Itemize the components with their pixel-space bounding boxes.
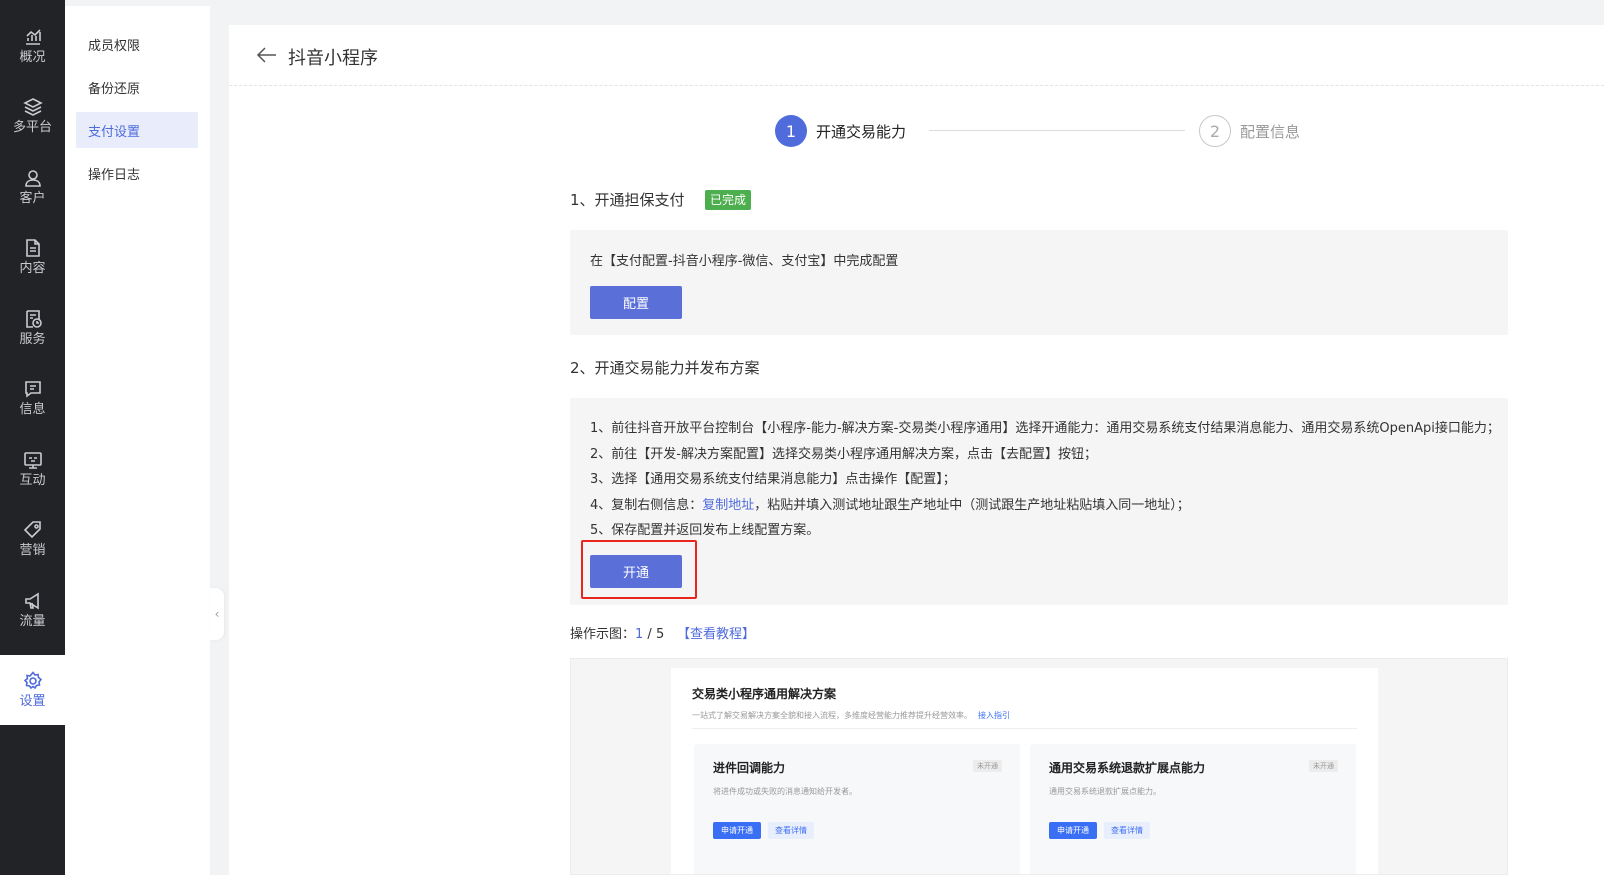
main-panel: 抖音小程序 1 开通交易能力 2 配置信息 1、开通担保支付 已完成 在【支付配…: [229, 25, 1604, 875]
demo-subtitle-text: 一站式了解交易解决方案全貌和接入流程，多维度经营能力推荐提升经营效率。: [692, 711, 972, 720]
demo-title: 交易类小程序通用解决方案: [692, 687, 837, 701]
demo-card: 进件回调能力 未开通 将进件成功或失败的消息通知给开发者。 申请开通 查看详情: [694, 744, 1020, 874]
step-connector: [929, 130, 1185, 131]
layers-icon: [22, 97, 43, 116]
step-number: 1: [775, 115, 807, 147]
arrow-left-icon[interactable]: [255, 43, 279, 67]
demo-card-desc: 将进件成功或失败的消息通知给开发者。: [713, 787, 857, 796]
rail-label: 概况: [19, 49, 46, 65]
service-icon: [25, 309, 42, 328]
rail-label: 多平台: [12, 119, 52, 135]
demo-subtitle: 一站式了解交易解决方案全貌和接入流程，多维度经营能力推荐提升经营效率。 接入指引: [692, 710, 1010, 721]
settings-subnav: 成员权限 备份还原 支付设置 操作日志: [65, 6, 210, 875]
chart-icon: [25, 28, 41, 45]
rail-label: 营销: [19, 542, 46, 558]
rail-item-traffic[interactable]: 流量: [0, 575, 65, 645]
rail-item-overview[interactable]: 概况: [0, 11, 65, 81]
demo-screenshot: 交易类小程序通用解决方案 一站式了解交易解决方案全貌和接入流程，多维度经营能力推…: [570, 658, 1508, 875]
demo-card: 通用交易系统退款扩展点能力 未开通 通用交易系统退款扩展点能力。 申请开通 查看…: [1030, 744, 1356, 874]
demo-total-pages: 5: [655, 627, 665, 642]
step-number: 2: [1199, 115, 1231, 147]
demo-card-apply-button: 申请开通: [713, 822, 761, 839]
demo-pager: 操作示图：1 / 5: [570, 623, 664, 642]
rail-item-content[interactable]: 内容: [0, 222, 65, 292]
step-label: 配置信息: [1240, 122, 1301, 141]
step-2: 2 配置信息: [1199, 114, 1300, 148]
demo-card-title: 进件回调能力: [713, 761, 786, 775]
chevron-left-icon: ‹: [214, 607, 220, 621]
demo-card-tag: 未开通: [1309, 760, 1338, 772]
page-header: 抖音小程序: [229, 25, 1604, 86]
subnav-item-backup-restore[interactable]: 备份还原: [76, 69, 198, 105]
subnav-item-member-permissions[interactable]: 成员权限: [76, 26, 198, 62]
highlight-frame: [581, 540, 697, 599]
copy-address-link[interactable]: 复制地址: [702, 498, 754, 513]
rail-item-interact[interactable]: 互动: [0, 434, 65, 504]
demo-card-title: 通用交易系统退款扩展点能力: [1049, 761, 1206, 775]
section-title-escrow-payment: 1、开通担保支付: [570, 191, 685, 209]
rail-item-settings[interactable]: 设置: [0, 655, 65, 725]
tag-icon: [23, 520, 41, 538]
rail-label: 设置: [19, 693, 46, 709]
escrow-payment-box: 在【支付配置-抖音小程序-微信、支付宝】中完成配置 配置: [570, 230, 1508, 335]
demo-screenshot-page: 交易类小程序通用解决方案 一站式了解交易解决方案全貌和接入流程，多维度经营能力推…: [671, 668, 1378, 874]
document-icon: [25, 238, 40, 257]
rail-item-marketing[interactable]: 营销: [0, 504, 65, 574]
settings-icon: [23, 670, 42, 689]
instruction-text: ，粘贴并填入测试地址跟生产地址中（测试跟生产地址粘贴填入同一地址）；: [754, 498, 1190, 513]
instruction-line: 1、前往抖音开放平台控制台【小程序-能力-解决方案-交易类小程序通用】选择开通能…: [590, 421, 1500, 436]
instruction-line: 5、保存配置并返回发布上线配置方案。: [590, 523, 820, 538]
subnav-item-payment-settings[interactable]: 支付设置: [76, 112, 198, 148]
megaphone-icon: [24, 592, 39, 609]
configure-button[interactable]: 配置: [590, 286, 682, 319]
rail-label: 内容: [19, 260, 46, 276]
message-icon: [24, 380, 41, 398]
demo-card-apply-button: 申请开通: [1049, 822, 1097, 839]
demo-card-detail-button: 查看详情: [768, 822, 814, 839]
trade-ability-box: 1、前往抖音开放平台控制台【小程序-能力-解决方案-交易类小程序通用】选择开通能…: [570, 398, 1508, 605]
demo-card-desc: 通用交易系统退款扩展点能力。: [1049, 787, 1161, 796]
status-badge: 已完成: [705, 190, 752, 210]
step-1: 1 开通交易能力: [775, 114, 906, 148]
instruction-line: 4、复制右侧信息：复制地址，粘贴并填入测试地址跟生产地址中（测试跟生产地址粘贴填…: [590, 494, 1190, 513]
user-icon: [24, 169, 41, 187]
interact-icon: [23, 451, 42, 469]
demo-label: 操作示图：: [570, 627, 636, 642]
page-title: 抖音小程序: [288, 48, 378, 69]
instruction-line: 3、选择【通用交易系统支付结果消息能力】点击操作【配置】；: [590, 472, 956, 487]
rail-label: 服务: [19, 331, 46, 347]
instruction-text: 4、复制右侧信息：: [590, 498, 703, 513]
sidebar-collapse-handle[interactable]: ‹: [210, 588, 224, 640]
demo-divider: [692, 728, 1357, 729]
rail-item-service[interactable]: 服务: [0, 293, 65, 363]
rail-item-multiplatform[interactable]: 多平台: [0, 81, 65, 151]
rail-item-customer[interactable]: 客户: [0, 152, 65, 222]
section-title-trade-ability: 2、开通交易能力并发布方案: [570, 359, 760, 377]
demo-card-tag: 未开通: [973, 760, 1002, 772]
instruction-line: 2、前往【开发-解决方案配置】选择交易类小程序通用解决方案，点击【去配置】按钮；: [590, 447, 1097, 462]
step-label: 开通交易能力: [816, 122, 907, 141]
rail-item-message[interactable]: 信息: [0, 363, 65, 433]
rail-label: 客户: [19, 190, 46, 206]
rail-label: 流量: [19, 613, 46, 629]
demo-card-detail-button: 查看详情: [1104, 822, 1150, 839]
main-nav-rail: 概况 多平台 客户 内容 服务 信息 互动 营销 流量 设置: [0, 0, 65, 875]
rail-label: 互动: [19, 472, 46, 488]
view-tutorial-link[interactable]: 【查看教程】: [677, 623, 755, 642]
demo-guide-link: 接入指引: [978, 711, 1010, 720]
rail-label: 信息: [19, 401, 46, 417]
escrow-payment-desc: 在【支付配置-抖音小程序-微信、支付宝】中完成配置: [590, 254, 899, 269]
demo-separator: /: [643, 627, 656, 642]
subnav-item-operation-log[interactable]: 操作日志: [76, 155, 198, 191]
